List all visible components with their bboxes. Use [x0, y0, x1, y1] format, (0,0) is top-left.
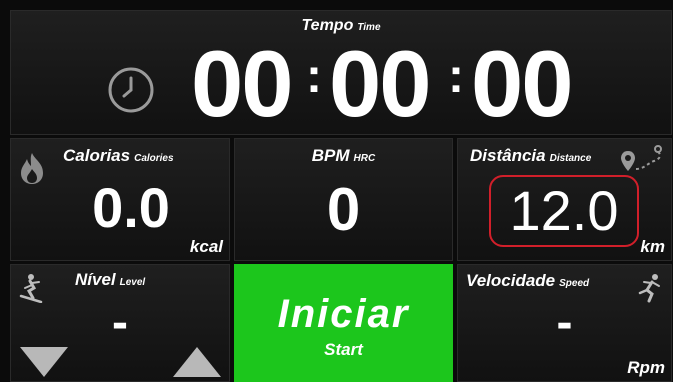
bpm-value: 0	[326, 176, 361, 243]
distance-value: 12.0	[509, 179, 619, 242]
distance-sublabel: Distance	[549, 153, 592, 164]
calories-label-text: Calorias	[63, 146, 131, 165]
treadmill-console: Tempo Time 00 : 00 : 00 Calorias Calories …	[0, 0, 673, 382]
level-label-text: Nível	[75, 270, 116, 289]
bpm-panel: BPM HRC 0	[234, 138, 453, 261]
calories-unit: kcal	[189, 237, 223, 256]
calories-panel: Calorias Calories 0.0 kcal	[10, 138, 230, 261]
calories-value: 0.0	[92, 176, 170, 239]
start-sublabel: Start	[324, 340, 363, 359]
distance-panel: Distância Distance 12.0 km	[457, 138, 672, 261]
time-hours: 00	[191, 31, 294, 136]
bpm-sublabel: HRC	[353, 153, 376, 164]
level-sublabel: Level	[119, 277, 146, 288]
calories-sublabel: Calories	[134, 153, 174, 164]
map-route-icon	[621, 145, 662, 171]
decrease-triangle-icon[interactable]	[20, 347, 68, 377]
distance-label-text: Distância	[470, 146, 546, 165]
calories-label: Calorias Calories	[63, 146, 174, 166]
clock-icon	[108, 67, 154, 113]
time-minutes: 00	[329, 31, 432, 136]
bpm-label-text: BPM	[311, 146, 350, 165]
speed-unit: Rpm	[627, 358, 665, 377]
speed-value: -	[556, 296, 573, 349]
level-label: Nível Level	[75, 270, 145, 290]
time-panel: Tempo Time 00 : 00 : 00	[10, 10, 672, 136]
time-separator-2: :	[448, 50, 464, 103]
flame-icon	[21, 153, 43, 184]
start-label: Iniciar	[277, 292, 410, 336]
speed-label-text: Velocidade	[466, 271, 556, 290]
level-panel: Nível Level -	[10, 264, 230, 382]
distance-unit: km	[640, 237, 665, 256]
time-separator-1: :	[306, 50, 322, 103]
level-value: -	[112, 296, 128, 349]
distance-label: Distância Distance	[470, 146, 591, 166]
speed-panel: Velocidade Speed - Rpm	[457, 264, 672, 382]
speed-sublabel: Speed	[559, 278, 590, 289]
increase-triangle-icon[interactable]	[173, 347, 221, 377]
start-button[interactable]: Iniciar Start	[234, 264, 453, 382]
time-seconds: 00	[471, 31, 574, 136]
bpm-label: BPM HRC	[235, 146, 452, 166]
speed-label: Velocidade Speed	[466, 271, 589, 291]
